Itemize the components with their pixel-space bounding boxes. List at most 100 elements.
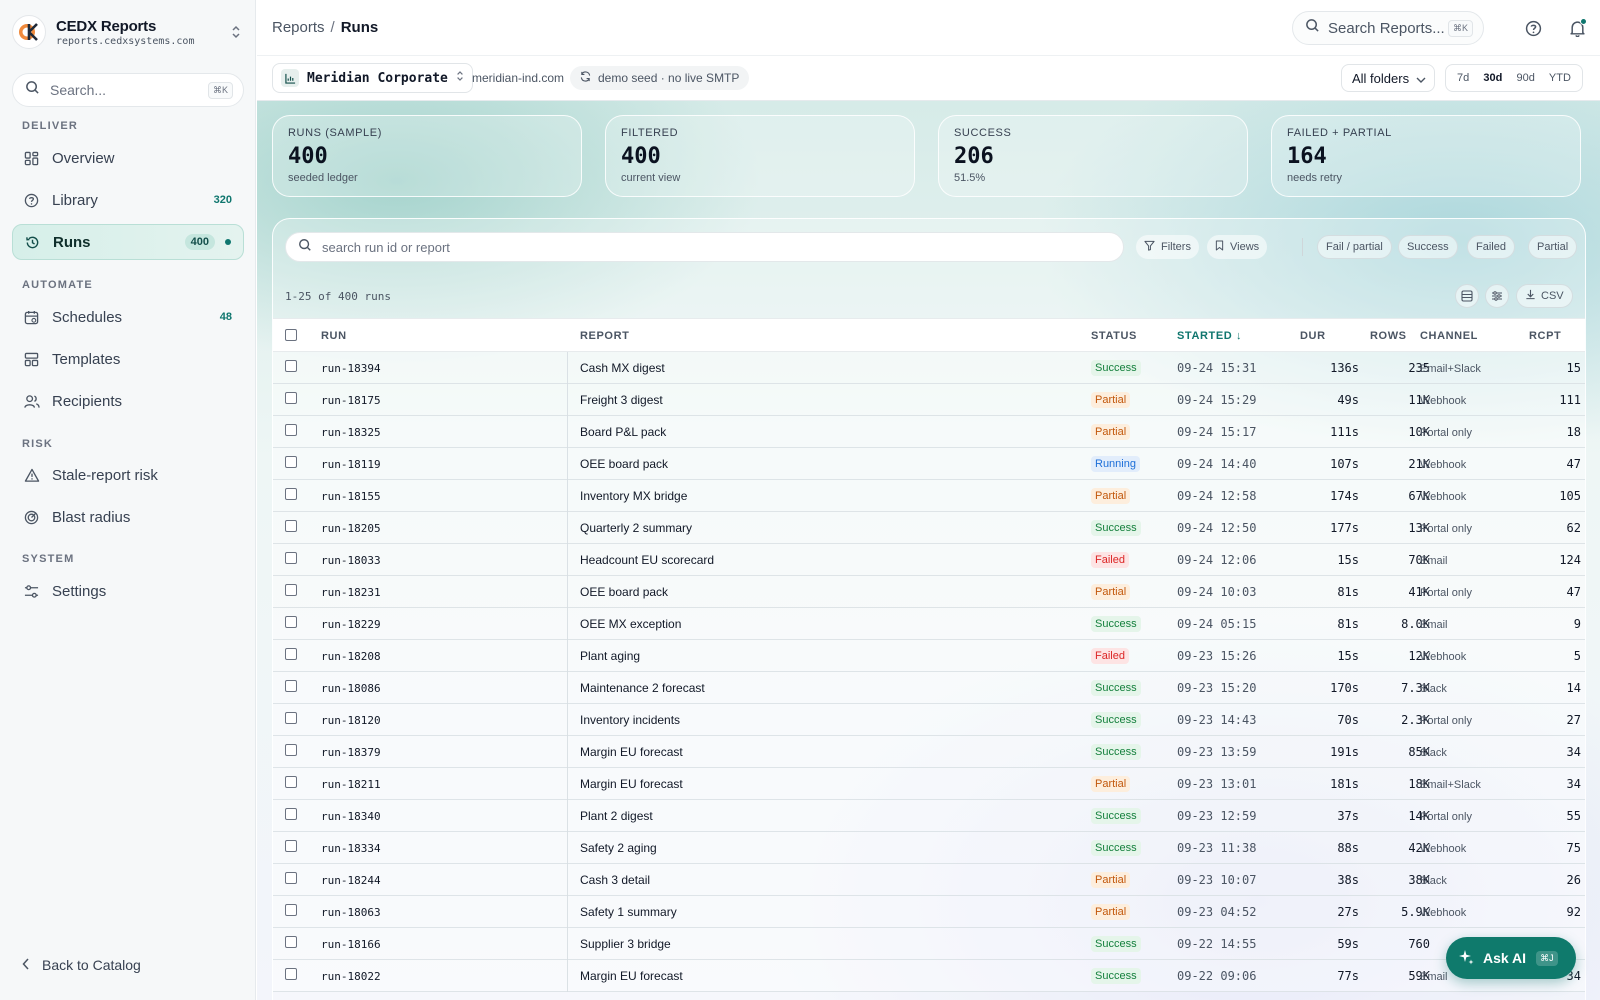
row-checkbox[interactable]: [285, 904, 297, 916]
filters-button[interactable]: Filters: [1136, 235, 1199, 259]
run-search-input[interactable]: search run id or report: [285, 232, 1124, 262]
table-row[interactable]: run-18155 Inventory MX bridge Partial 09-24…: [273, 480, 1585, 512]
column-header-report[interactable]: REPORT: [580, 330, 629, 342]
table-row[interactable]: run-18211 Margin EU forecast Partial 09-23 …: [273, 768, 1585, 800]
report-name[interactable]: Cash MX digest: [580, 361, 665, 375]
table-row[interactable]: run-18379 Margin EU forecast Success 09-23 …: [273, 736, 1585, 768]
global-search[interactable]: Search Reports... ⌘K: [1292, 11, 1484, 45]
run-id[interactable]: run-18325: [321, 426, 381, 439]
density-toggle-icon[interactable]: [1455, 284, 1479, 308]
range-30d[interactable]: 30d: [1483, 72, 1502, 84]
report-name[interactable]: Quarterly 2 summary: [580, 521, 692, 535]
column-header-rcpt[interactable]: RCPT: [1529, 330, 1561, 342]
column-header-dur[interactable]: DUR: [1300, 330, 1326, 342]
report-name[interactable]: OEE board pack: [580, 457, 668, 471]
row-checkbox[interactable]: [285, 648, 297, 660]
report-name[interactable]: Maintenance 2 forecast: [580, 681, 705, 695]
table-row[interactable]: run-18394 Cash MX digest Success 09-24 15:3…: [273, 352, 1585, 384]
column-header-started[interactable]: STARTED ↓: [1177, 330, 1242, 342]
column-header-status[interactable]: STATUS: [1091, 330, 1137, 342]
sidebar-item-templates[interactable]: Templates: [12, 341, 244, 377]
breadcrumb-parent-link[interactable]: Reports: [272, 19, 325, 36]
row-checkbox[interactable]: [285, 680, 297, 692]
column-header-run[interactable]: RUN: [321, 330, 347, 342]
table-row[interactable]: run-18231 OEE board pack Partial 09-24 10:0…: [273, 576, 1585, 608]
run-id[interactable]: run-18063: [321, 906, 381, 919]
run-id[interactable]: run-18244: [321, 874, 381, 887]
run-id[interactable]: run-18229: [321, 618, 381, 631]
brand-switcher[interactable]: CEDX Reports reports.cedxsystems.com: [12, 14, 244, 50]
run-id[interactable]: run-18033: [321, 554, 381, 567]
row-checkbox[interactable]: [285, 936, 297, 948]
row-checkbox[interactable]: [285, 712, 297, 724]
chip-success[interactable]: Success: [1398, 235, 1458, 259]
report-name[interactable]: Inventory incidents: [580, 713, 680, 727]
run-id[interactable]: run-18208: [321, 650, 381, 663]
range-7d[interactable]: 7d: [1457, 72, 1469, 84]
row-checkbox[interactable]: [285, 360, 297, 372]
table-row[interactable]: run-18022 Margin EU forecast Success 09-22 …: [273, 960, 1585, 992]
row-checkbox[interactable]: [285, 488, 297, 500]
table-row[interactable]: run-18166 Supplier 3 bridge Success 09-22 1…: [273, 928, 1585, 960]
export-csv-button[interactable]: CSV: [1516, 284, 1573, 308]
row-checkbox[interactable]: [285, 520, 297, 532]
table-row[interactable]: run-18086 Maintenance 2 forecast Success 09…: [273, 672, 1585, 704]
run-id[interactable]: run-18086: [321, 682, 381, 695]
report-name[interactable]: Freight 3 digest: [580, 393, 663, 407]
chip-fail-partial[interactable]: Fail / partial: [1317, 235, 1392, 259]
sidebar-item-runs[interactable]: Runs 400: [12, 224, 244, 260]
table-row[interactable]: run-18244 Cash 3 detail Partial 09-23 10:07…: [273, 864, 1585, 896]
sidebar-item-stale-report-risk[interactable]: Stale-report risk: [12, 457, 244, 493]
run-id[interactable]: run-18119: [321, 458, 381, 471]
sidebar-item-recipients[interactable]: Recipients: [12, 383, 244, 419]
row-checkbox[interactable]: [285, 616, 297, 628]
range-ytd[interactable]: YTD: [1549, 72, 1571, 84]
report-name[interactable]: Margin EU forecast: [580, 777, 683, 791]
help-icon[interactable]: [1523, 18, 1543, 38]
run-id[interactable]: run-18166: [321, 938, 381, 951]
sidebar-item-schedules[interactable]: Schedules 48: [12, 299, 244, 335]
run-id[interactable]: run-18211: [321, 778, 381, 791]
row-checkbox[interactable]: [285, 808, 297, 820]
report-name[interactable]: Headcount EU scorecard: [580, 553, 714, 567]
row-checkbox[interactable]: [285, 424, 297, 436]
run-id[interactable]: run-18340: [321, 810, 381, 823]
table-row[interactable]: run-18119 OEE board pack Running 09-24 14:4…: [273, 448, 1585, 480]
columns-settings-icon[interactable]: [1485, 284, 1509, 308]
report-name[interactable]: OEE board pack: [580, 585, 668, 599]
chevron-updown-icon[interactable]: [228, 24, 244, 40]
table-row[interactable]: run-18120 Inventory incidents Success 09-23…: [273, 704, 1585, 736]
row-checkbox[interactable]: [285, 392, 297, 404]
select-all-checkbox[interactable]: [285, 329, 297, 341]
column-header-channel[interactable]: CHANNEL: [1420, 330, 1478, 342]
run-id[interactable]: run-18394: [321, 362, 381, 375]
table-row[interactable]: run-18205 Quarterly 2 summary Success 09-24…: [273, 512, 1585, 544]
report-name[interactable]: Board P&L pack: [580, 425, 666, 439]
report-name[interactable]: Inventory MX bridge: [580, 489, 687, 503]
run-id[interactable]: run-18155: [321, 490, 381, 503]
row-checkbox[interactable]: [285, 776, 297, 788]
run-id[interactable]: run-18022: [321, 970, 381, 983]
sidebar-item-library[interactable]: Library 320: [12, 182, 244, 218]
report-name[interactable]: Safety 1 summary: [580, 905, 677, 919]
sidebar-item-blast-radius[interactable]: Blast radius: [12, 499, 244, 535]
org-switcher[interactable]: Meridian Corporate: [272, 63, 473, 93]
views-button[interactable]: Views: [1207, 235, 1268, 259]
row-checkbox[interactable]: [285, 840, 297, 852]
report-name[interactable]: OEE MX exception: [580, 617, 681, 631]
table-row[interactable]: run-18208 Plant aging Failed 09-23 15:26 15s…: [273, 640, 1585, 672]
report-name[interactable]: Plant aging: [580, 649, 640, 663]
row-checkbox[interactable]: [285, 552, 297, 564]
report-name[interactable]: Supplier 3 bridge: [580, 937, 671, 951]
sidebar-search[interactable]: Search... ⌘K: [12, 73, 244, 107]
table-row[interactable]: run-18334 Safety 2 aging Success 09-23 11:3…: [273, 832, 1585, 864]
report-name[interactable]: Safety 2 aging: [580, 841, 657, 855]
row-checkbox[interactable]: [285, 456, 297, 468]
row-checkbox[interactable]: [285, 584, 297, 596]
run-id[interactable]: run-18231: [321, 586, 381, 599]
run-id[interactable]: run-18379: [321, 746, 381, 759]
table-row[interactable]: run-18175 Freight 3 digest Partial 09-24 15…: [273, 384, 1585, 416]
table-row[interactable]: run-18033 Headcount EU scorecard Failed 09-…: [273, 544, 1585, 576]
sidebar-item-overview[interactable]: Overview: [12, 140, 244, 176]
report-name[interactable]: Margin EU forecast: [580, 969, 683, 983]
